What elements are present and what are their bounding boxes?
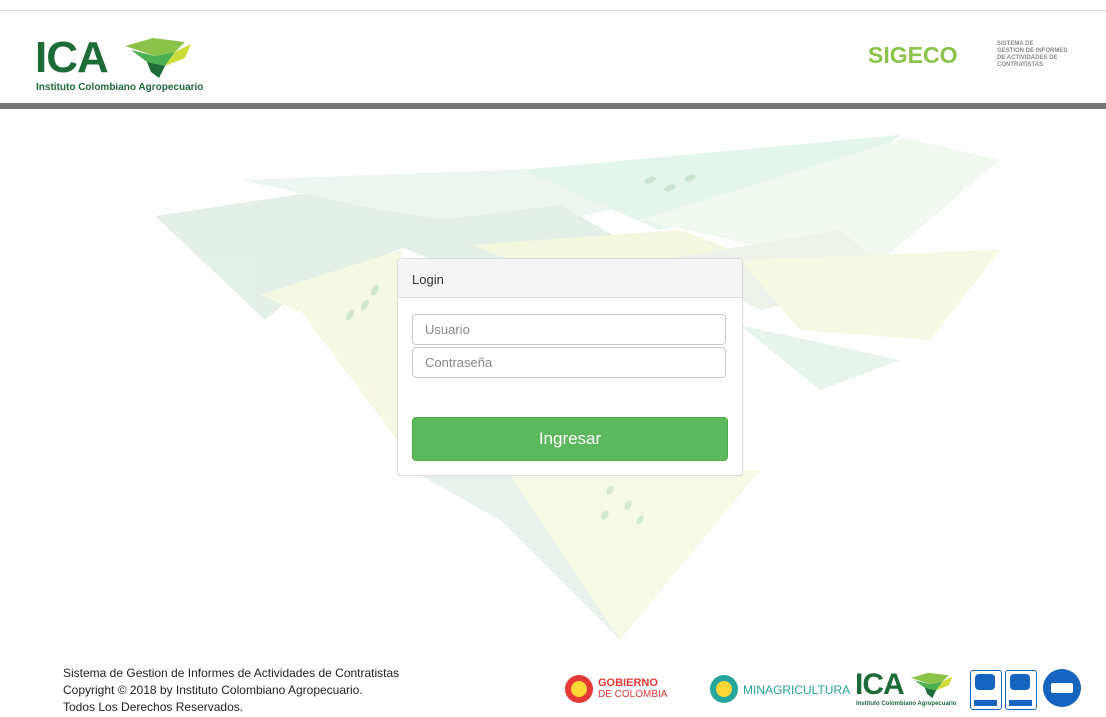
gobierno-logo-text: GOBIERNO DE COLOMBIA xyxy=(598,677,667,701)
gobierno-logo-line: GOBIERNO xyxy=(598,677,658,689)
ica-footer-logo-text: ICA xyxy=(855,668,905,701)
footer-line: Sistema de Gestion de Informes de Activi… xyxy=(63,666,400,680)
password-input[interactable] xyxy=(412,347,726,378)
login-panel: Login Ingresar xyxy=(397,258,743,476)
minagricultura-logo-text: MINAGRICULTURA xyxy=(743,683,851,697)
ica-footer-logo-subtitle: Instituto Colombiano Agropecuario xyxy=(856,701,957,707)
page-header: ICA Instituto Colombiano Agropecuario SI… xyxy=(0,11,1106,103)
ica-logo-text: ICA xyxy=(35,33,109,82)
app-description-line: GESTION DE INFORMES xyxy=(997,48,1068,54)
login-panel-title: Login xyxy=(398,259,742,298)
footer-line: Todos Los Derechos Reservados. xyxy=(63,700,244,714)
app-description-line: DE ACTIVIDADES DE xyxy=(997,55,1058,61)
ica-logo: ICA Instituto Colombiano Agropecuario xyxy=(35,36,205,100)
minagricultura-emblem-icon xyxy=(710,675,738,703)
iqnet-certification-icon xyxy=(1043,669,1081,707)
ica-footer-leaf-icon xyxy=(911,672,953,698)
app-description-line: CONTRATISTAS xyxy=(997,62,1044,68)
footer-line: Copyright © 2018 by Instituto Colombiano… xyxy=(63,683,363,697)
app-description: SISTEMA DE GESTION DE INFORMES DE ACTIVI… xyxy=(997,41,1097,69)
ica-logo-subtitle: Instituto Colombiano Agropecuario xyxy=(36,82,204,93)
iso-certification-icon xyxy=(1005,670,1037,710)
ica-leaf-icon xyxy=(125,38,191,78)
username-input[interactable] xyxy=(412,314,726,345)
header-divider-bar xyxy=(0,103,1106,109)
gobierno-emblem-icon xyxy=(565,675,593,703)
ica-footer-logo: ICA Instituto Colombiano Agropecuario xyxy=(855,668,957,712)
login-submit-button[interactable]: Ingresar xyxy=(412,417,728,461)
footer-logos: GOBIERNO DE COLOMBIA MINAGRICULTURA ICA … xyxy=(565,668,1085,712)
gobierno-logo-line: DE COLOMBIA xyxy=(598,689,668,700)
footer-text: Sistema de Gestion de Informes de Activi… xyxy=(63,665,399,716)
iso-certification-icon xyxy=(970,670,1002,710)
app-name: SIGECO xyxy=(868,42,958,68)
app-description-line: SISTEMA DE xyxy=(997,41,1034,47)
